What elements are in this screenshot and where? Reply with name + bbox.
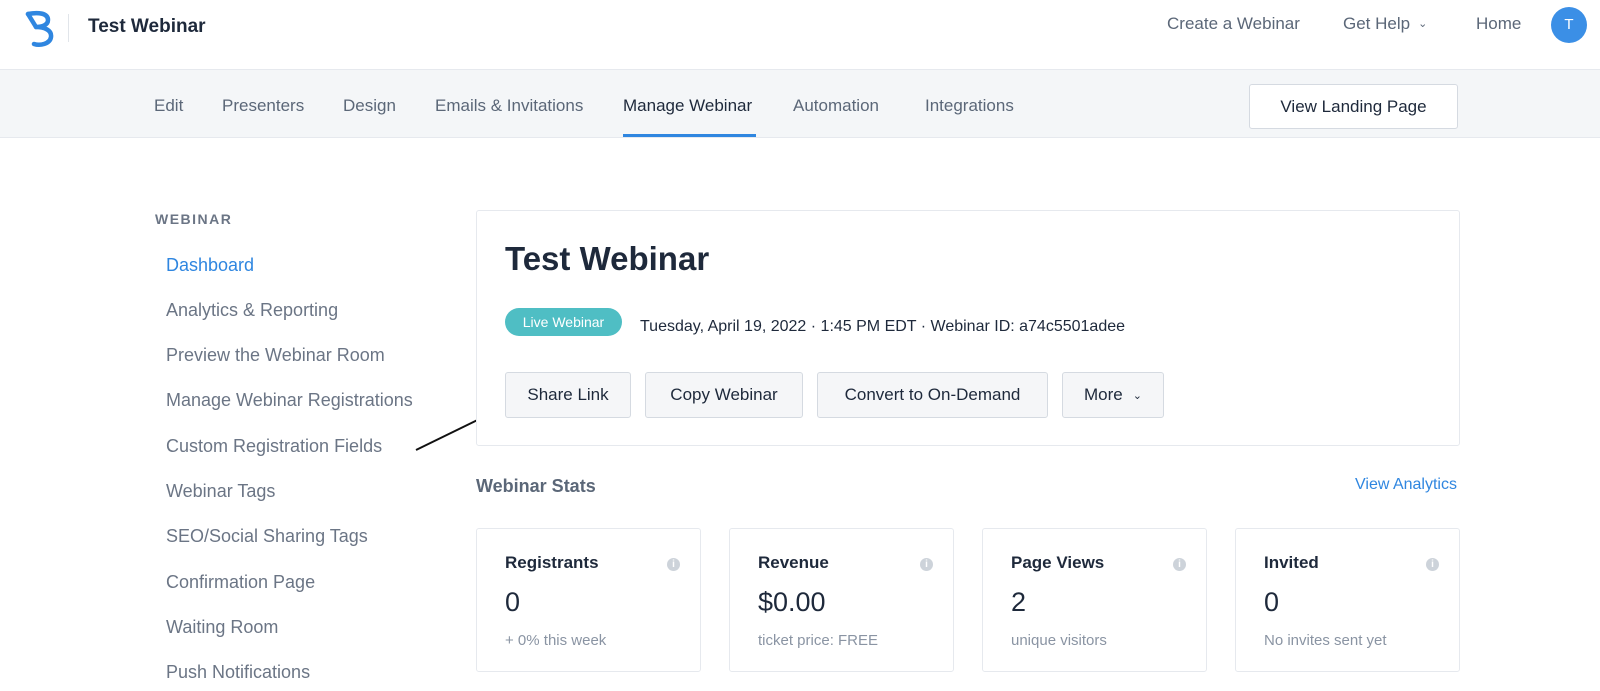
user-avatar[interactable]: T [1551,7,1587,43]
stat-card-registrants: Registrants i 0 + 0% this week [476,528,701,672]
info-icon[interactable]: i [920,558,933,571]
stat-label: Page Views [1011,553,1105,572]
brand-logo-icon[interactable] [24,10,58,48]
stat-label: Registrants [505,553,599,572]
get-help-menu[interactable]: Get Help ⌄ [1343,14,1427,34]
sidebar-item-dashboard[interactable]: Dashboard [166,255,254,276]
stat-value: $0.00 [758,587,826,617]
tab-emails-invitations[interactable]: Emails & Invitations [435,96,583,116]
live-webinar-badge: Live Webinar [505,308,622,336]
home-link[interactable]: Home [1476,14,1521,34]
tab-presenters[interactable]: Presenters [222,96,304,116]
info-icon[interactable]: i [1426,558,1439,571]
stat-card-page-views: Page Views i 2 unique visitors [982,528,1207,672]
sidebar-item-waiting-room[interactable]: Waiting Room [166,617,278,638]
stat-card-revenue: Revenue i $0.00 ticket price: FREE [729,528,954,672]
sidebar-item-seo-social-tags[interactable]: SEO/Social Sharing Tags [166,526,368,547]
stat-value: 0 [1264,587,1280,617]
stat-value: 2 [1011,587,1027,617]
info-icon[interactable]: i [667,558,680,571]
share-link-button[interactable]: Share Link [505,372,631,418]
stat-value: 0 [505,587,521,617]
create-webinar-link[interactable]: Create a Webinar [1167,14,1300,34]
stat-card-invited: Invited i 0 No invites sent yet [1235,528,1460,672]
sidebar-item-custom-registration-fields[interactable]: Custom Registration Fields [166,436,382,457]
webinar-stats-heading: Webinar Stats [476,476,596,496]
chevron-down-icon: ⌄ [1418,18,1428,30]
app-title: Test Webinar [88,16,206,37]
sidebar-item-manage-registrations[interactable]: Manage Webinar Registrations [166,390,413,411]
top-bar: Test Webinar Create a Webinar Get Help ⌄ … [0,0,1600,70]
stat-label: Invited [1264,553,1319,572]
convert-on-demand-button[interactable]: Convert to On-Demand [817,372,1048,418]
tab-manage-webinar[interactable]: Manage Webinar [623,96,752,116]
tab-integrations[interactable]: Integrations [925,96,1014,116]
tab-edit[interactable]: Edit [154,96,183,116]
more-label: More [1084,385,1123,404]
stat-label: Revenue [758,553,829,572]
stat-subtext: No invites sent yet [1264,632,1387,649]
get-help-label: Get Help [1343,14,1411,33]
sidebar-item-webinar-tags[interactable]: Webinar Tags [166,481,275,502]
sidebar-item-analytics-reporting[interactable]: Analytics & Reporting [166,300,338,321]
info-icon[interactable]: i [1173,558,1186,571]
stat-subtext: + 0% this week [505,632,607,649]
stat-subtext: ticket price: FREE [758,632,879,649]
tab-design[interactable]: Design [343,96,396,116]
view-analytics-link[interactable]: View Analytics [1355,476,1457,494]
webinar-title: Test Webinar [505,240,710,277]
sidebar-heading: WEBINAR [155,211,233,227]
chevron-down-icon: ⌄ [1132,389,1142,402]
copy-webinar-button[interactable]: Copy Webinar [645,372,803,418]
view-landing-page-button[interactable]: View Landing Page [1249,84,1458,129]
active-tab-indicator [623,134,756,137]
sidebar-item-preview-room[interactable]: Preview the Webinar Room [166,345,385,366]
sidebar-item-confirmation-page[interactable]: Confirmation Page [166,572,315,593]
tab-automation[interactable]: Automation [793,96,879,116]
sidebar-item-push-notifications[interactable]: Push Notifications [166,662,310,683]
logo-divider [68,14,69,42]
stat-subtext: unique visitors [1011,632,1107,649]
webinar-meta: Tuesday, April 19, 2022 · 1:45 PM EDT · … [640,318,1126,335]
more-button[interactable]: More ⌄ [1062,372,1164,418]
